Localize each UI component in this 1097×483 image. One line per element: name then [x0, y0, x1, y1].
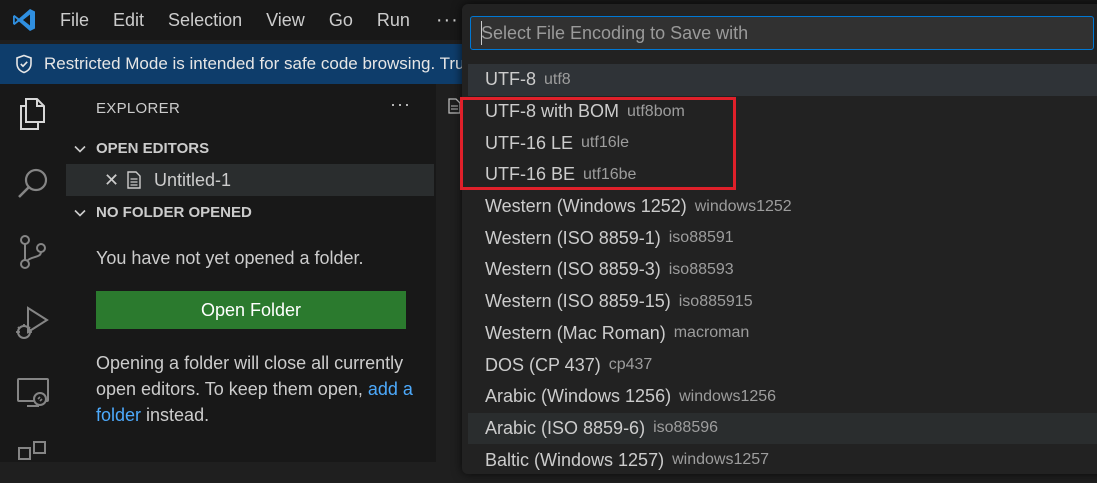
activity-bar: [0, 84, 66, 462]
vscode-logo-icon: [0, 0, 48, 40]
option-label: Arabic (Windows 1256): [485, 386, 672, 407]
option-label: UTF-16 LE: [485, 132, 574, 153]
chevron-down-icon: [74, 209, 86, 217]
banner-text: Restricted Mode is intended for safe cod…: [44, 54, 465, 73]
option-id: windows1256: [679, 387, 777, 405]
menu-bar: File Edit Selection View Go Run ···: [48, 0, 473, 40]
close-icon[interactable]: ✕: [104, 170, 124, 191]
encoding-option-cp437[interactable]: DOS (CP 437) cp437: [468, 349, 1097, 381]
option-label: UTF-8 with BOM: [485, 101, 620, 122]
option-label: Baltic (Windows 1257): [485, 449, 665, 470]
run-debug-icon[interactable]: [13, 302, 53, 342]
search-icon[interactable]: [13, 164, 53, 204]
source-control-icon[interactable]: [13, 232, 53, 272]
option-label: Western (Windows 1252): [485, 196, 687, 217]
option-label: Western (ISO 8859-15): [485, 291, 671, 312]
file-icon: [448, 98, 461, 114]
remote-explorer-icon[interactable]: [13, 372, 53, 412]
section-label: NO FOLDER OPENED: [96, 204, 252, 221]
option-id: utf8: [544, 70, 571, 88]
encoding-option-windows1257[interactable]: Baltic (Windows 1257) windows1257: [468, 444, 1097, 476]
option-id: utf16le: [581, 134, 630, 152]
option-label: UTF-8: [485, 69, 536, 90]
option-label: Western (ISO 8859-3): [485, 259, 661, 280]
option-label: Western (Mac Roman): [485, 322, 666, 343]
explorer-sidebar: EXPLORER ··· OPEN EDITORS ✕ Untitled-1 N…: [66, 84, 436, 462]
sidebar-title: EXPLORER: [96, 100, 181, 117]
menu-edit[interactable]: Edit: [101, 0, 156, 40]
option-label: Arabic (ISO 8859-6): [485, 417, 646, 438]
menu-go[interactable]: Go: [317, 0, 365, 40]
shield-icon: [16, 54, 32, 74]
no-folder-message: You have not yet opened a folder.: [96, 248, 364, 268]
no-folder-hint: Opening a folder will close all currentl…: [96, 350, 416, 428]
encoding-option-windows1256[interactable]: Arabic (Windows 1256) windows1256: [468, 381, 1097, 413]
option-id: iso88593: [668, 260, 734, 278]
option-label: UTF-16 BE: [485, 164, 576, 185]
menu-view[interactable]: View: [254, 0, 317, 40]
encoding-list: UTF-8 utf8 UTF-8 with BOM utf8bom UTF-16 L…: [468, 64, 1097, 476]
section-label: OPEN EDITORS: [96, 140, 210, 157]
option-id: macroman: [673, 324, 750, 342]
encoding-option-iso885915[interactable]: Western (ISO 8859-15) iso885915: [468, 286, 1097, 318]
option-id: iso885915: [678, 292, 753, 310]
chevron-down-icon: [74, 145, 86, 153]
menu-selection[interactable]: Selection: [156, 0, 254, 40]
extensions-icon[interactable]: [13, 438, 53, 478]
option-id: windows1257: [672, 451, 770, 469]
menu-run[interactable]: Run: [365, 0, 422, 40]
encoding-option-utf16le[interactable]: UTF-16 LE utf16le: [468, 127, 1097, 159]
option-id: cp437: [608, 356, 653, 374]
open-editor-name: Untitled-1: [154, 169, 232, 190]
option-label: DOS (CP 437): [485, 354, 601, 375]
option-id: iso88596: [653, 419, 719, 437]
encoding-option-utf8bom[interactable]: UTF-8 with BOM utf8bom: [468, 96, 1097, 128]
no-folder-section-header[interactable]: NO FOLDER OPENED: [72, 204, 252, 221]
sidebar-more-actions-button[interactable]: ···: [390, 94, 411, 115]
option-label: Western (ISO 8859-1): [485, 227, 661, 248]
option-id: windows1252: [694, 197, 792, 215]
open-editors-section-header[interactable]: OPEN EDITORS: [72, 140, 209, 157]
encoding-option-iso88596[interactable]: Arabic (ISO 8859-6) iso88596: [468, 412, 1097, 445]
encoding-quick-pick: UTF-8 utf8 UTF-8 with BOM utf8bom UTF-16 L…: [462, 4, 1097, 474]
open-folder-button[interactable]: Open Folder: [96, 291, 406, 329]
option-id: iso88591: [668, 229, 734, 247]
encoding-option-iso88593[interactable]: Western (ISO 8859-3) iso88593: [468, 254, 1097, 286]
encoding-option-iso88591[interactable]: Western (ISO 8859-1) iso88591: [468, 222, 1097, 254]
open-editor-item[interactable]: ✕ Untitled-1: [66, 164, 434, 196]
option-id: utf16be: [583, 165, 637, 183]
hint-text: Opening a folder will close all currentl…: [96, 353, 404, 399]
quick-pick-input[interactable]: [470, 16, 1094, 50]
encoding-option-utf8[interactable]: UTF-8 utf8: [468, 64, 1097, 96]
encoding-option-windows1252[interactable]: Western (Windows 1252) windows1252: [468, 191, 1097, 223]
option-id: utf8bom: [627, 102, 685, 120]
text-cursor: [481, 21, 482, 45]
encoding-option-utf16be[interactable]: UTF-16 BE utf16be: [468, 159, 1097, 191]
encoding-option-macroman[interactable]: Western (Mac Roman) macroman: [468, 318, 1097, 350]
file-icon: [127, 171, 141, 189]
menu-file[interactable]: File: [48, 0, 101, 40]
explorer-icon[interactable]: [13, 94, 53, 134]
hint-text-end: instead.: [141, 405, 210, 425]
